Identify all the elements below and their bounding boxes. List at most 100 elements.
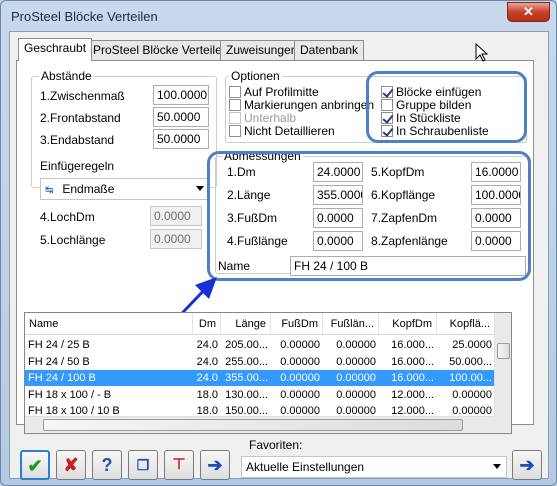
table-cell: 0.00000 — [336, 339, 376, 351]
pick-element-icon: ⊤ — [172, 456, 186, 473]
checkbox-label: In Stückliste — [396, 111, 461, 125]
checkmark-icon — [381, 125, 393, 137]
table-cell: 0.00000 — [280, 339, 320, 351]
laenge-label: 2.Länge — [227, 188, 271, 202]
einfuegeregeln-label: Einfügeregeln — [40, 159, 115, 173]
checkmark-icon — [381, 112, 393, 124]
table-header: Name Dm Länge FußDm Fußlän... KopfDm Kop… — [25, 313, 495, 335]
checkbox-box — [229, 86, 241, 98]
endmass-icon: ↹ — [45, 185, 54, 196]
table-cell: 16.000... — [391, 339, 434, 351]
table-cell: 25.0000 — [452, 339, 492, 351]
table-row[interactable]: FH 24 / 50 B 24.0 255.00... 0.00000 0.00000 1… — [25, 354, 495, 370]
table-cell: 16.000... — [391, 372, 434, 384]
tab-geschraubt[interactable]: Geschraubt — [18, 38, 93, 61]
einfuegeregeln-combo[interactable]: ↹ Endmaße — [40, 178, 210, 200]
vertical-scrollbar[interactable] — [494, 313, 511, 416]
checkmark-icon: ✔ — [27, 456, 43, 476]
column-header[interactable]: FußDm — [271, 313, 323, 335]
copy-button[interactable]: ❐ — [128, 450, 158, 480]
column-header[interactable]: Fußlän... — [323, 313, 379, 335]
checkbox-bloecke-einfuegen[interactable]: Blöcke einfügen — [381, 85, 481, 99]
column-header[interactable]: Kopflä... — [437, 313, 495, 335]
scroll-thumb[interactable] — [497, 343, 510, 359]
tab-datenbank[interactable]: Datenbank — [294, 40, 365, 60]
column-header[interactable]: Dm — [193, 313, 221, 335]
zapfenlaenge-input[interactable]: 0.0000 — [471, 231, 521, 251]
favoriten-value: Aktuelle Einstellungen — [246, 460, 365, 474]
zapfendm-input[interactable]: 0.0000 — [471, 208, 521, 228]
table-cell: 0.00000 — [452, 388, 492, 401]
kopfdm-input[interactable]: 16.0000 — [471, 162, 521, 182]
checkbox-in-schraubenliste[interactable]: In Schraubenliste — [381, 124, 489, 138]
laenge-input[interactable]: 355.0000 — [313, 185, 363, 205]
cancel-button[interactable]: ✘ — [56, 450, 86, 480]
endabstand-input[interactable]: 50.0000 — [153, 129, 209, 149]
table-cell: 0.00000 — [280, 388, 320, 401]
frontabstand-label: 2.Frontabstand — [40, 111, 121, 125]
table-row[interactable]: FH 24 / 25 B 24.0 205.00... 0.00000 0.00000 1… — [25, 337, 495, 353]
column-header[interactable]: Länge — [221, 313, 271, 335]
checkbox-label: Unterhalb — [244, 111, 297, 125]
kopflaenge-input[interactable]: 100.0000 — [471, 185, 521, 205]
chevron-down-icon — [196, 186, 204, 191]
favoriten-combo[interactable]: Aktuelle Einstellungen — [241, 456, 507, 478]
checkbox-in-stueckliste[interactable]: In Stückliste — [381, 111, 461, 125]
table-cell: 255.00... — [225, 355, 268, 368]
scroll-thumb[interactable] — [43, 419, 463, 431]
lochlaenge-input: 0.0000 — [150, 229, 202, 249]
table-cell: 100.00... — [449, 372, 492, 384]
checkbox-label: Markierungen anbringen — [244, 98, 375, 112]
table-cell: 0.00000 — [336, 372, 376, 384]
column-header[interactable]: KopfDm — [379, 313, 437, 335]
help-icon: ? — [101, 455, 113, 475]
pick-button[interactable]: ⊤ — [164, 450, 194, 480]
window-title: ProSteel Blöcke Verteilen — [11, 9, 158, 24]
horizontal-scrollbar[interactable] — [25, 416, 495, 433]
table-cell: 24.0 — [196, 339, 218, 351]
cancel-icon: ✘ — [63, 455, 79, 475]
table-cell: 130.00... — [225, 388, 268, 401]
checkbox-gruppe-bilden[interactable]: Gruppe bilden — [381, 98, 471, 112]
table-cell: 355.00... — [225, 372, 268, 384]
table-row[interactable]: FH 24 / 100 B 24.0 355.00... 0.00000 0.00000… — [25, 370, 495, 386]
kopflaenge-label: 6.Kopflänge — [371, 188, 436, 202]
document-icon: ❐ — [136, 457, 150, 473]
table-cell: 24.0 — [196, 372, 218, 384]
checkbox-auf-profilmitte[interactable]: Auf Profilmitte — [229, 85, 319, 99]
column-header[interactable]: Name — [25, 313, 193, 335]
checkbox-box — [229, 125, 241, 137]
table-cell: 24.0 — [196, 355, 218, 368]
table-row[interactable]: FH 18 x 100 / - B 18.0 130.00... 0.00000 0.0… — [25, 387, 495, 403]
scroll-corner — [494, 416, 511, 433]
favorite-apply-button[interactable]: ➔ — [512, 450, 542, 480]
checkbox-nicht-detaillieren[interactable]: Nicht Detaillieren — [229, 124, 335, 138]
checkbox-box — [229, 99, 241, 111]
dm-input[interactable]: 24.0000 — [313, 162, 363, 182]
endabstand-label: 3.Endabstand — [40, 133, 115, 147]
close-button[interactable]: ✕ — [507, 2, 550, 22]
lochdm-input: 0.0000 — [150, 206, 202, 226]
checkbox-markierungen[interactable]: Markierungen anbringen — [229, 98, 374, 112]
tab-zuweisungen[interactable]: Zuweisungen — [220, 40, 304, 60]
zwischenmass-input[interactable]: 100.0000 — [153, 85, 209, 105]
table-cell: 18.0 — [196, 388, 218, 401]
bolt-table[interactable]: Name Dm Länge FußDm Fußlän... KopfDm Kop… — [24, 312, 512, 434]
ok-button[interactable]: ✔ — [20, 450, 50, 480]
tab-prosteel-bloecke-verteilen[interactable]: ProSteel Blöcke Verteilen — [87, 40, 235, 60]
zapfendm-label: 7.ZapfenDm — [371, 211, 438, 225]
einfuegeregeln-value: Endmaße — [62, 182, 115, 196]
table-cell: FH 24 / 25 B — [28, 339, 90, 351]
checkbox-box — [381, 99, 393, 111]
checkbox-box — [229, 112, 241, 124]
favoriten-label: Favoriten: — [249, 438, 303, 452]
title-bar[interactable]: ProSteel Blöcke Verteilen ✕ — [1, 1, 556, 31]
table-cell: 16.000... — [391, 355, 434, 368]
fusslaenge-input[interactable]: 0.0000 — [313, 231, 363, 251]
apply-button[interactable]: ➔ — [200, 450, 230, 480]
fussdm-input[interactable]: 0.0000 — [313, 208, 363, 228]
help-button[interactable]: ? — [92, 450, 122, 480]
fusslaenge-label: 4.Fußlänge — [227, 234, 288, 248]
frontabstand-input[interactable]: 50.0000 — [153, 107, 209, 127]
name-input[interactable]: FH 24 / 100 B — [290, 256, 526, 276]
